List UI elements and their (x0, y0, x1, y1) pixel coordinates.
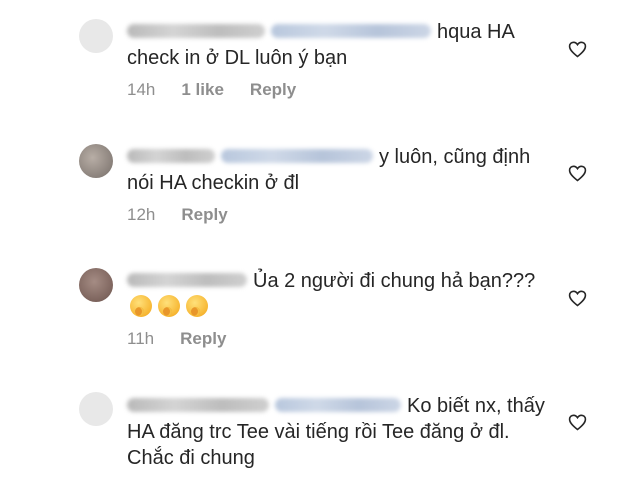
username-blurred[interactable] (127, 148, 215, 163)
reply-button[interactable]: Reply (250, 80, 296, 100)
thinking-face-icon (186, 294, 208, 317)
avatar[interactable] (79, 19, 113, 53)
comment-text: Ủa 2 người đi chung hả bạn??? (253, 270, 536, 292)
comment-body: hqua HA check in ở DL luôn ý bạn (127, 19, 547, 71)
heart-icon[interactable] (568, 413, 587, 431)
avatar[interactable] (79, 268, 113, 302)
mention-blurred[interactable] (221, 148, 373, 163)
comment-meta: 12h Reply (127, 205, 228, 225)
comment-body: Ủa 2 người đi chung hả bạn??? (127, 268, 547, 320)
comment-time: 14h (127, 80, 156, 99)
username-blurred[interactable] (127, 272, 247, 287)
reply-button[interactable]: Reply (180, 329, 226, 349)
mention-blurred[interactable] (271, 23, 431, 38)
heart-icon[interactable] (568, 40, 587, 58)
comment-meta: 14h 1 like Reply (127, 80, 296, 100)
likes-count-link[interactable]: 1 like (181, 80, 224, 100)
username-blurred[interactable] (127, 23, 265, 38)
avatar[interactable] (79, 392, 113, 426)
avatar[interactable] (79, 144, 113, 178)
comment-body: y luôn, cũng định nói HA checkin ở đl (127, 144, 547, 196)
heart-icon[interactable] (568, 164, 587, 182)
comment-time: 11h (127, 329, 155, 348)
comment-body: Ko biết nx, thấy HA đăng trc Tee vài tiế… (127, 393, 547, 471)
comment-time: 12h (127, 205, 156, 224)
heart-icon[interactable] (568, 289, 587, 307)
comment-meta: 11h Reply (127, 329, 226, 349)
mention-blurred[interactable] (275, 397, 401, 412)
thinking-face-icon (158, 294, 180, 317)
reply-button[interactable]: Reply (181, 205, 227, 225)
username-blurred[interactable] (127, 397, 269, 412)
thinking-face-icon (130, 294, 152, 317)
